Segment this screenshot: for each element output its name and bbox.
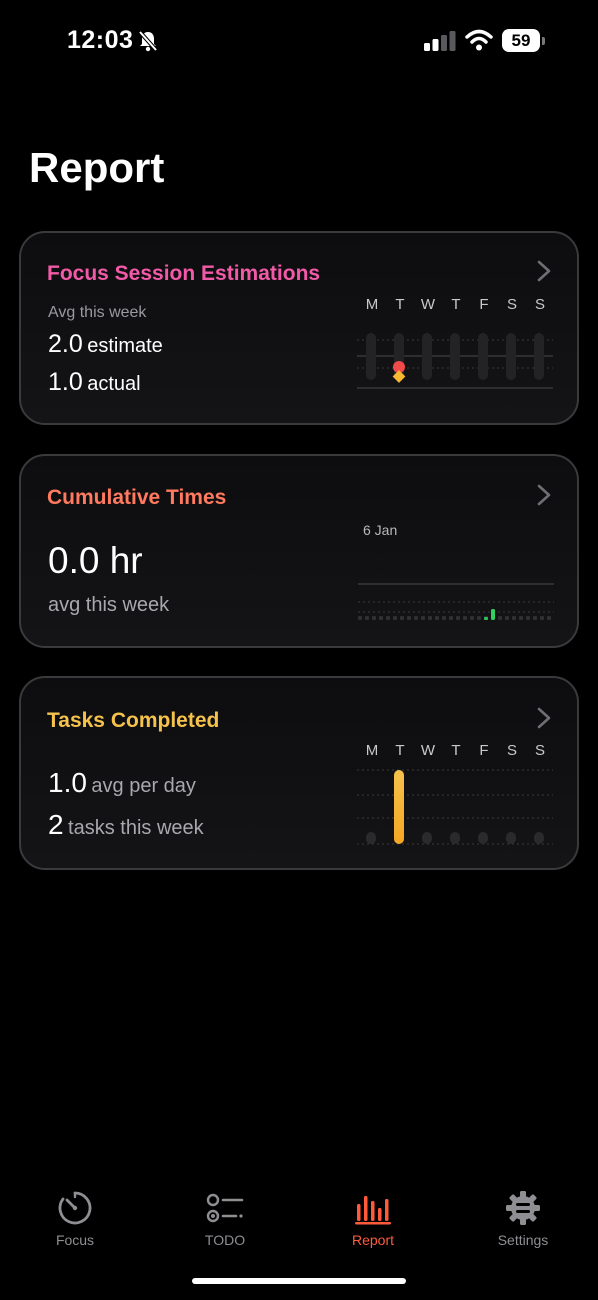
day-label: M xyxy=(365,742,379,759)
estimate-value: 2.0 xyxy=(48,330,83,358)
tab-todo[interactable]: TODO xyxy=(170,1180,280,1248)
chevron-right-icon[interactable] xyxy=(537,484,551,506)
estimate-row: 2.0 estimate xyxy=(48,330,163,359)
tasks-chart xyxy=(357,769,553,845)
avg-label: Avg this week xyxy=(48,304,147,321)
status-time: 12:03 xyxy=(67,26,134,54)
day-label: W xyxy=(420,296,436,313)
day-label: S xyxy=(534,296,545,313)
tab-report[interactable]: Report xyxy=(318,1180,428,1248)
card-title: Focus Session Estimations xyxy=(47,262,321,285)
card-title: Tasks Completed xyxy=(47,709,220,732)
cumulative-label: avg this week xyxy=(48,594,170,616)
status-bar: 12:03 59 xyxy=(0,0,598,80)
day-label: T xyxy=(451,742,461,759)
day-label: S xyxy=(534,742,545,759)
gear-icon xyxy=(506,1191,540,1225)
cumulative-times-card[interactable]: Cumulative Times 0.0 hr avg this week 6 … xyxy=(19,454,579,648)
day-label: T xyxy=(395,296,405,313)
timer-icon xyxy=(58,1191,92,1225)
task-bar xyxy=(478,832,488,844)
day-label: S xyxy=(506,742,517,759)
estimation-chart xyxy=(357,333,553,389)
actual-label: actual xyxy=(87,373,141,395)
bell-slash-icon xyxy=(138,30,158,52)
tab-bar: Focus TODO Report Settings xyxy=(0,1180,598,1260)
day-label: T xyxy=(395,742,405,759)
task-bar xyxy=(450,832,460,844)
cumulative-chart xyxy=(358,583,554,620)
task-bar xyxy=(366,832,376,844)
home-indicator[interactable] xyxy=(192,1278,406,1284)
actual-row: 1.0 actual xyxy=(48,368,141,397)
tab-label: TODO xyxy=(204,1232,246,1248)
task-bar xyxy=(422,832,432,844)
day-label: M xyxy=(365,296,379,313)
cumulative-value: 0.0 hr xyxy=(48,540,143,581)
day-label: S xyxy=(506,296,517,313)
tasks-week-row: 2 tasks this week xyxy=(48,809,204,841)
day-label: W xyxy=(420,742,436,759)
actual-value: 1.0 xyxy=(48,368,83,396)
tasks-week-value: 2 xyxy=(48,809,64,840)
tasks-completed-card[interactable]: Tasks Completed 1.0 avg per day 2 tasks … xyxy=(19,676,579,870)
task-bar xyxy=(534,832,544,844)
day-label: F xyxy=(479,296,489,313)
card-title: Cumulative Times xyxy=(47,486,227,509)
battery-level: 59 xyxy=(502,29,540,52)
task-bar xyxy=(394,770,404,844)
estimate-label: estimate xyxy=(87,335,163,357)
tasks-week-label: tasks this week xyxy=(68,817,204,839)
battery-cap xyxy=(542,37,545,45)
avg-per-day-row: 1.0 avg per day xyxy=(48,767,196,799)
report-screen: 12:03 59 Report Focus Session Estimation… xyxy=(0,0,598,1300)
task-bar xyxy=(506,832,516,844)
focus-estimations-card[interactable]: Focus Session Estimations Avg this week … xyxy=(19,231,579,425)
bar-chart-icon xyxy=(355,1196,391,1225)
page-title: Report xyxy=(29,144,165,191)
list-icon xyxy=(206,1193,244,1223)
tab-label: Report xyxy=(351,1232,395,1248)
tab-focus[interactable]: Focus xyxy=(20,1180,130,1248)
avg-per-day-label: avg per day xyxy=(91,775,196,797)
tab-label: Focus xyxy=(55,1232,95,1248)
tab-label: Settings xyxy=(497,1232,549,1248)
weekday-labels: M T W T F S S xyxy=(358,296,554,313)
day-label: T xyxy=(451,296,461,313)
weekday-labels: M T W T F S S xyxy=(358,742,554,759)
day-label: F xyxy=(479,742,489,759)
chevron-right-icon[interactable] xyxy=(537,260,551,282)
battery-indicator: 59 xyxy=(502,29,546,52)
wifi-icon xyxy=(465,29,493,51)
signal-icon xyxy=(424,31,456,51)
tab-settings[interactable]: Settings xyxy=(468,1180,578,1248)
chevron-right-icon[interactable] xyxy=(537,707,551,729)
chart-date-label: 6 Jan xyxy=(363,522,398,538)
avg-per-day-value: 1.0 xyxy=(48,767,87,798)
